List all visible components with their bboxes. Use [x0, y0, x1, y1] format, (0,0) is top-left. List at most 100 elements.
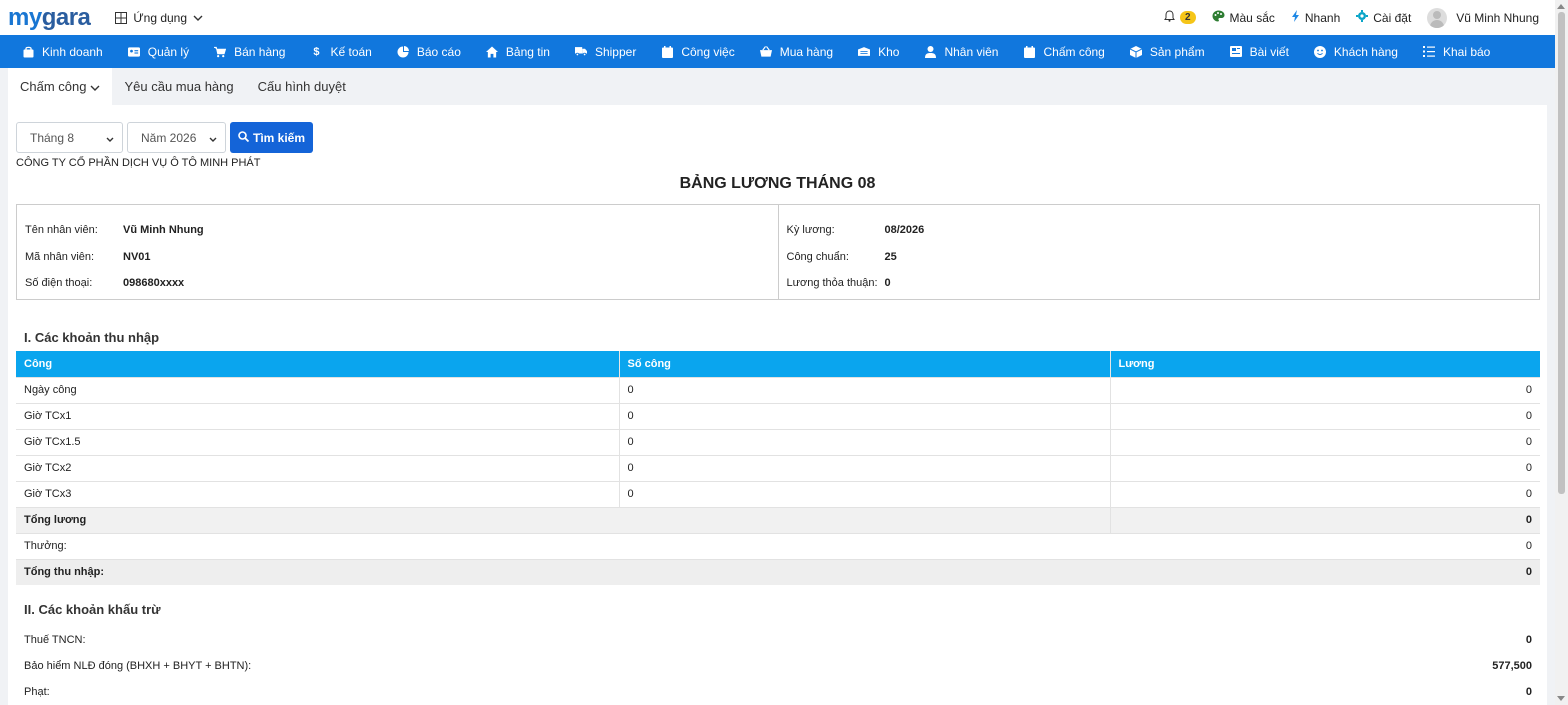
- row-salary: 0: [1110, 428, 1540, 455]
- top-header: mygara Ứng dụng 2 Màu sắc Nhanh Cài đặt …: [0, 0, 1555, 35]
- total-salary-label: Tổng lương: [16, 506, 1111, 533]
- nav-item-kinh-doanh[interactable]: Kinh doanh: [22, 45, 103, 59]
- deduction-value: 0: [1525, 634, 1532, 646]
- nav-item-cong-viec[interactable]: Công việc: [661, 44, 735, 59]
- bell-icon: [1164, 10, 1175, 25]
- nav-item-ban-hang[interactable]: Bán hàng: [214, 45, 285, 59]
- total-income-value: 0: [1110, 558, 1540, 585]
- warehouse-icon: [858, 46, 871, 58]
- table-row: Giờ TCx1.5 0 0: [16, 428, 1540, 455]
- year-select[interactable]: Năm 2026: [127, 122, 226, 153]
- table-row: Giờ TCx3 0 0: [16, 480, 1540, 507]
- row-count: 0: [619, 402, 1111, 429]
- nav-item-khach-hang[interactable]: Khách hàng: [1313, 45, 1398, 59]
- nav-item-shipper[interactable]: Shipper: [574, 45, 636, 59]
- id-card-icon: [127, 46, 140, 58]
- color-theme-button[interactable]: Màu sắc: [1212, 10, 1275, 25]
- settings-label: Cài đặt: [1373, 10, 1412, 25]
- tab-yeu-cau-mua-hang[interactable]: Yêu cầu mua hàng: [112, 68, 245, 105]
- income-section-title: I. Các khoản thu nhập: [24, 330, 160, 345]
- nav-item-mua-hang[interactable]: Mua hàng: [759, 44, 834, 59]
- gear-icon: [1356, 10, 1369, 25]
- lightning-icon: [1291, 10, 1300, 25]
- nav-item-label: Bảng tin: [505, 44, 550, 59]
- tab-cham-cong[interactable]: Chấm công: [8, 68, 113, 105]
- bonus-value: 0: [1110, 532, 1540, 559]
- user-menu[interactable]: Vũ Minh Nhung: [1427, 7, 1539, 28]
- list-icon: [1422, 46, 1435, 58]
- row-name: Giờ TCx1.5: [16, 428, 620, 455]
- tab-cau-hinh-duyet[interactable]: Cấu hình duyệt: [246, 68, 358, 105]
- info-value: 08/2026: [884, 224, 925, 237]
- scrollbar-thumb[interactable]: [1558, 12, 1565, 494]
- notification-count-badge: 2: [1179, 11, 1196, 24]
- nav-item-label: Khai báo: [1442, 44, 1491, 59]
- deduction-list: Thuế TNCN: 0 Bảo hiểm NLĐ đóng (BHXH + BH…: [16, 627, 1540, 705]
- nav-item-bai-viet[interactable]: Bài viết: [1229, 45, 1289, 59]
- logo-part-gara: gara: [41, 3, 91, 31]
- mygara-logo[interactable]: mygara: [8, 3, 91, 31]
- deduction-row-penalty: Phạt: 0: [16, 679, 1540, 705]
- nav-item-label: Kế toán: [330, 44, 372, 59]
- apps-menu-button[interactable]: Ứng dụng: [115, 11, 203, 25]
- logo-part-my: my: [8, 3, 42, 31]
- income-table: Công Số công Lương Ngày công 0 0 Giờ TCx1 0…: [16, 351, 1540, 585]
- info-label: Lương thỏa thuận:: [786, 277, 878, 290]
- deduction-row-tax: Thuế TNCN: 0: [16, 627, 1540, 653]
- quick-actions-label: Nhanh: [1304, 10, 1341, 25]
- tab-label: Cấu hình duyệt: [257, 79, 346, 94]
- table-row: Giờ TCx2 0 0: [16, 454, 1540, 481]
- user-name: Vũ Minh Nhung: [1456, 10, 1539, 25]
- nav-item-ke-toan[interactable]: $ Kế toán: [310, 45, 371, 59]
- nav-item-khai-bao[interactable]: Khai báo: [1422, 44, 1491, 59]
- nav-item-label: Mua hàng: [779, 44, 834, 59]
- nav-item-san-pham[interactable]: Sản phẩm: [1129, 44, 1205, 59]
- search-button-label: Tìm kiếm: [252, 130, 306, 145]
- scroll-up-arrow-icon[interactable]: [1557, 4, 1565, 9]
- box-icon: [1129, 45, 1142, 58]
- employee-info-box: Tên nhân viên: Vũ Minh Nhung Mã nhân viên…: [16, 204, 1540, 300]
- total-income-label: Tổng thu nhập:: [16, 558, 1110, 585]
- column-header: Số công: [619, 351, 1111, 377]
- nav-item-bao-cao[interactable]: Báo cáo: [397, 45, 461, 59]
- nav-item-nhan-vien[interactable]: Nhân viên: [924, 45, 998, 59]
- search-icon: [238, 130, 250, 145]
- total-income-row: Tổng thu nhập: 0: [16, 558, 1540, 585]
- row-salary: 0: [1110, 376, 1540, 403]
- nav-item-quan-ly[interactable]: Quản lý: [127, 45, 189, 59]
- pie-chart-icon: [397, 45, 409, 58]
- row-name: Giờ TCx3: [16, 480, 620, 507]
- article-icon: [1229, 46, 1242, 58]
- nav-item-label: Sản phẩm: [1149, 44, 1205, 59]
- notifications-button[interactable]: 2: [1164, 10, 1196, 25]
- total-salary-value: 0: [1110, 506, 1540, 533]
- nav-item-cham-cong[interactable]: Chấm công: [1023, 44, 1105, 59]
- row-salary: 0: [1110, 454, 1540, 481]
- bag-icon: [22, 46, 34, 58]
- row-count: 0: [619, 454, 1111, 481]
- settings-button[interactable]: Cài đặt: [1356, 10, 1411, 25]
- scroll-down-arrow-icon[interactable]: [1557, 696, 1565, 701]
- nav-item-label: Chấm công: [1043, 44, 1105, 59]
- nav-item-label: Công việc: [681, 44, 735, 59]
- row-salary: 0: [1110, 480, 1540, 507]
- chevron-down-icon: [193, 15, 203, 21]
- employee-info-right: Kỳ lương: 08/2026 Công chuẩn: 25 Lương thỏ…: [777, 205, 1540, 299]
- info-value: 25: [884, 250, 897, 263]
- info-row-period: Kỳ lương: 08/2026: [787, 217, 1532, 244]
- search-button[interactable]: Tìm kiếm: [230, 122, 313, 153]
- info-label: Công chuẩn:: [786, 250, 849, 263]
- color-theme-label: Màu sắc: [1229, 10, 1275, 25]
- smile-icon: [1313, 45, 1326, 58]
- deduction-section-title: II. Các khoản khấu trừ: [24, 602, 161, 617]
- quick-actions-button[interactable]: Nhanh: [1291, 10, 1340, 25]
- page-scrollbar[interactable]: [1555, 0, 1568, 705]
- nav-item-bang-tin[interactable]: Bảng tin: [485, 44, 550, 59]
- info-label: Mã nhân viên:: [25, 250, 95, 263]
- nav-item-label: Nhân viên: [944, 44, 999, 59]
- calendar-icon: [661, 45, 673, 58]
- month-select-value: Tháng 8: [30, 130, 75, 145]
- cart-icon: [214, 46, 227, 58]
- nav-item-kho[interactable]: Kho: [858, 45, 899, 59]
- month-select[interactable]: Tháng 8: [16, 122, 123, 153]
